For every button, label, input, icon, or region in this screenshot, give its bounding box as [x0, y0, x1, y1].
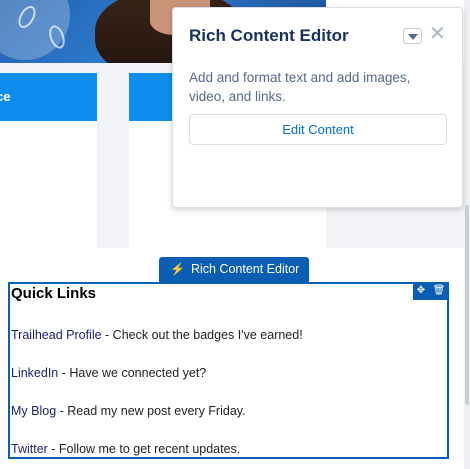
list-item-text: - Read my new post every Friday. — [56, 404, 246, 418]
quick-links-component[interactable]: ✥ 🗑 Quick Links Trailhead Profile - Chec… — [8, 282, 449, 459]
list-item: Trailhead Profile - Check out the badges… — [11, 328, 303, 342]
lightning-bolt-icon: ⚡ — [170, 262, 185, 276]
list-item: LinkedIn - Have we connected yet? — [11, 366, 206, 380]
close-icon[interactable]: ✕ — [429, 24, 446, 44]
list-item: My Blog - Read my new post every Friday. — [11, 404, 246, 418]
component-info-popover: Rich Content Editor ✕ Add and format tex… — [172, 7, 463, 208]
list-item-text: - Check out the badges I've earned! — [101, 328, 303, 342]
component-label: Rich Content Editor — [190, 262, 300, 276]
list-item-text: - Follow me to get recent updates. — [47, 442, 241, 456]
edit-content-button[interactable]: Edit Content — [189, 114, 447, 145]
delete-icon[interactable]: 🗑 — [433, 286, 446, 296]
background-tile-left: ce — [0, 73, 97, 248]
list-item-text: - Have we connected yet? — [58, 366, 207, 380]
tile-label: ce — [0, 89, 11, 104]
component-actions: ✥ 🗑 — [413, 282, 449, 300]
component-label-tab[interactable]: ⚡ Rich Content Editor — [159, 257, 310, 282]
quick-links-title: Quick Links — [11, 285, 97, 302]
popover-title: Rich Content Editor — [189, 26, 349, 45]
linkedin-link[interactable]: LinkedIn — [11, 366, 58, 380]
tile-header: ce — [0, 73, 97, 121]
scrollbar-thumb[interactable] — [465, 205, 469, 405]
scrollbar-track[interactable] — [464, 0, 470, 469]
my-blog-link[interactable]: My Blog — [11, 404, 56, 418]
twitter-link[interactable]: Twitter — [11, 442, 48, 456]
list-item: Twitter - Follow me to get recent update… — [11, 442, 240, 456]
popover-description: Add and format text and add images, vide… — [189, 70, 411, 104]
move-icon[interactable]: ✥ — [417, 286, 425, 296]
trailhead-profile-link[interactable]: Trailhead Profile — [11, 328, 102, 342]
chevron-down-icon[interactable] — [403, 28, 422, 44]
